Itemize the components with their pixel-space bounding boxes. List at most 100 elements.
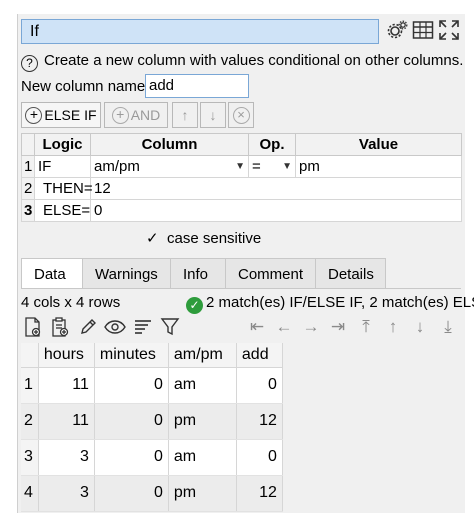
ampm-cell: pm [168, 403, 237, 440]
hours-header[interactable]: hours [38, 343, 95, 368]
ampm-header[interactable]: am/pm [168, 343, 237, 368]
minutes-header[interactable]: minutes [94, 343, 169, 368]
plus-circle-icon: + [25, 106, 43, 124]
minutes-cell: 0 [94, 367, 169, 404]
hours-cell: 3 [38, 439, 95, 476]
logic-cell: ELSE= [34, 199, 91, 222]
new-column-name-input[interactable]: add [145, 74, 249, 98]
dropdown-caret-icon: ▼ [235, 161, 245, 172]
logic-grid: Logic Column Op. Value 1 IF am/pm ▼ = ▼ pm… [21, 133, 462, 222]
last-column-icon[interactable]: ⇥ [326, 315, 350, 339]
pencil-icon[interactable] [76, 315, 100, 339]
tab-bar: Data Warnings Info Comment Details [21, 258, 386, 289]
description-text: Create a new column with values conditio… [44, 52, 464, 69]
transform-title[interactable]: If [21, 19, 379, 44]
dimensions-text: 4 cols x 4 rows [21, 294, 121, 311]
row-number: 1 [21, 155, 35, 178]
minutes-cell: 0 [94, 403, 169, 440]
match-status-text: 2 match(es) IF/ELSE IF, 2 match(es) ELSE [206, 294, 474, 311]
ampm-cell: am [168, 367, 237, 404]
logic-cell: IF [34, 155, 91, 178]
last-row-icon[interactable]: ⤓ [436, 315, 460, 339]
checkmark-icon: ✓ [146, 230, 159, 247]
help-icon[interactable]: ? [21, 55, 38, 72]
left-arrow-icon[interactable]: ← [272, 315, 296, 339]
sort-icon[interactable] [131, 315, 155, 339]
value-input[interactable]: pm [295, 155, 462, 178]
tab-info[interactable]: Info [170, 258, 226, 289]
plus-circle-icon: + [111, 106, 129, 124]
arrow-up-icon: ↑ [181, 107, 189, 123]
hours-cell: 3 [38, 475, 95, 512]
tab-details[interactable]: Details [315, 258, 386, 289]
ampm-cell: am [168, 439, 237, 476]
eye-icon[interactable] [103, 315, 127, 339]
table-row: 2 11 0 pm 12 [21, 403, 283, 440]
logic-row: 1 IF am/pm ▼ = ▼ pm [21, 155, 462, 178]
logic-row: 3 ELSE= 0 [21, 199, 462, 222]
gear-icon[interactable] [384, 17, 410, 43]
move-up-button[interactable]: ↑ [172, 102, 198, 128]
right-arrow-icon[interactable]: → [299, 315, 323, 339]
hours-cell: 11 [38, 403, 95, 440]
logic-header: Logic [34, 133, 91, 156]
delete-condition-button[interactable]: × [228, 102, 254, 128]
else-if-button[interactable]: + ELSE IF [21, 102, 101, 128]
column-select[interactable]: am/pm ▼ [90, 155, 249, 178]
add-cell: 0 [236, 367, 283, 404]
tab-comment[interactable]: Comment [225, 258, 316, 289]
first-column-icon[interactable]: ⇤ [245, 315, 269, 339]
op-select[interactable]: = ▼ [248, 155, 296, 178]
table-icon[interactable] [410, 17, 436, 43]
match-status: ✓ 2 match(es) IF/ELSE IF, 2 match(es) ELS… [186, 293, 474, 314]
logic-cell: THEN= [34, 177, 93, 200]
else-if-label: ELSE IF [44, 107, 97, 123]
value-header: Value [295, 133, 462, 156]
add-cell: 0 [236, 439, 283, 476]
table-row: 1 11 0 am 0 [21, 367, 283, 404]
check-circle-icon: ✓ [186, 297, 203, 314]
dropdown-caret-icon: ▼ [282, 161, 292, 172]
add-cell: 12 [236, 403, 283, 440]
minutes-cell: 0 [94, 439, 169, 476]
remove-circle-icon: × [232, 106, 250, 124]
and-button[interactable]: + AND [104, 102, 168, 128]
tab-warnings[interactable]: Warnings [82, 258, 171, 289]
tab-divider [21, 288, 461, 289]
row-number: 1 [21, 367, 39, 404]
new-column-label: New column name: [21, 78, 150, 95]
expand-icon[interactable] [436, 17, 462, 43]
tab-data[interactable]: Data [21, 258, 83, 289]
row-number: 3 [21, 199, 35, 222]
op-select-value: = [252, 158, 261, 175]
and-label: AND [130, 107, 161, 123]
table-row: 3 3 0 am 0 [21, 439, 283, 476]
minutes-cell: 0 [94, 475, 169, 512]
row-number: 4 [21, 475, 39, 512]
row-number-header [21, 133, 35, 156]
column-header: Column [90, 133, 249, 156]
data-table: hours minutes am/pm add 1 11 0 am 0 2 11… [21, 343, 283, 512]
column-select-value: am/pm [94, 158, 140, 175]
move-down-button[interactable]: ↓ [200, 102, 226, 128]
row-number: 3 [21, 439, 39, 476]
description-row: ? Create a new column with values conditi… [21, 50, 463, 72]
add-cell: 12 [236, 475, 283, 512]
new-file-icon[interactable] [21, 315, 45, 339]
add-header[interactable]: add [236, 343, 283, 368]
row-number: 2 [21, 403, 39, 440]
else-value-input[interactable]: 0 [90, 199, 462, 222]
up-arrow-icon[interactable]: ↑ [381, 315, 405, 339]
ampm-cell: pm [168, 475, 237, 512]
row-number: 2 [21, 177, 35, 200]
arrow-down-icon: ↓ [209, 107, 217, 123]
case-sensitive-checkbox[interactable]: ✓ case sensitive [146, 229, 261, 249]
op-header: Op. [248, 133, 296, 156]
filter-icon[interactable] [158, 315, 182, 339]
then-value-input[interactable]: 12 [90, 177, 462, 200]
clipboard-icon[interactable] [48, 315, 72, 339]
case-sensitive-label: case sensitive [167, 230, 262, 247]
down-arrow-icon[interactable]: ↓ [408, 315, 432, 339]
first-row-icon[interactable]: ⤒ [354, 315, 378, 339]
table-row: 4 3 0 pm 12 [21, 475, 283, 512]
